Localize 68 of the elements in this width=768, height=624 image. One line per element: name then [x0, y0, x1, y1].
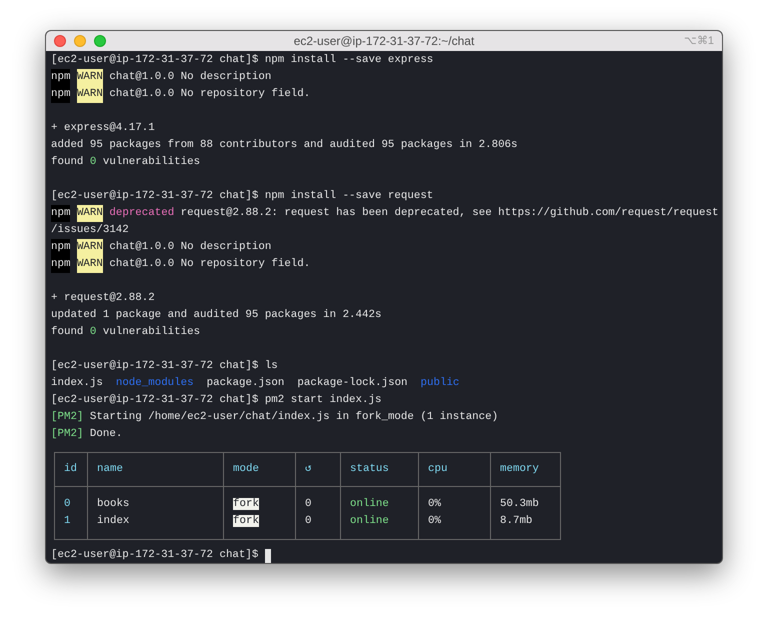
terminal-text: [ec2-user@ip-172-31-37-72 chat]$ npm install --save request: [51, 189, 434, 204]
terminal-text: [ec2-user@ip-172-31-37-72 chat]$: [51, 548, 258, 563]
table-cell: books: [97, 498, 130, 510]
warn-label: WARN: [76, 69, 103, 86]
table-cell: index: [97, 515, 130, 527]
terminal-text: [ec2-user@ip-172-31-37-72 chat]$ npm install --save express: [51, 53, 434, 68]
terminal-text: Done.: [90, 427, 122, 442]
terminal-text: chat@1.0.0 No repository field.: [109, 87, 310, 102]
warn-label: WARN: [76, 239, 103, 256]
deprecated-label: deprecated: [109, 206, 174, 222]
column-header: memory: [490, 452, 560, 486]
terminal-text: package-lock.json: [297, 376, 408, 392]
text-cursor: [264, 548, 272, 562]
npm-label: npm: [51, 69, 70, 86]
column-header: mode: [224, 452, 296, 486]
directory-name: node_modules: [116, 376, 194, 392]
warn-label: WARN: [76, 256, 103, 273]
close-icon[interactable]: [54, 35, 66, 47]
terminal-text: + request@2.88.2: [51, 291, 155, 306]
terminal-text: request@2.88.2: request has been deprecated, see https://github.com/request/request: [180, 206, 718, 222]
table-cell: 0%: [428, 498, 441, 510]
minimize-icon[interactable]: [74, 35, 86, 47]
terminal-text: updated 1 package and audited 95 packages in 2.442s: [51, 308, 382, 324]
column-header: ↺: [296, 452, 340, 486]
maximize-icon[interactable]: [94, 35, 106, 47]
table-cell: 0%: [428, 515, 441, 527]
mode-label: fork: [233, 498, 259, 510]
table-cell: 8.7mb: [500, 515, 532, 527]
highlighted-text: [PM2]: [51, 427, 84, 442]
terminal-text: chat@1.0.0 No description: [109, 240, 272, 256]
table-cell: 0: [64, 498, 70, 510]
highlighted-text: 0: [90, 155, 96, 170]
terminal-text: found: [51, 155, 84, 170]
mode-label: fork: [233, 515, 259, 527]
terminal-text: found: [51, 325, 84, 340]
column-header: cpu: [418, 452, 490, 486]
terminal-text: index.js: [51, 376, 103, 392]
warn-label: WARN: [76, 205, 103, 222]
column-header: id: [54, 452, 88, 486]
npm-label: npm: [51, 86, 70, 103]
terminal-text: /issues/3142: [51, 223, 129, 238]
terminal-text: [ec2-user@ip-172-31-37-72 chat]$ ls: [51, 359, 278, 374]
highlighted-text: 0: [90, 325, 96, 340]
column-header: status: [340, 452, 418, 486]
column-header: name: [88, 452, 224, 486]
terminal-text: vulnerabilities: [102, 155, 200, 170]
table-cell: 50.3mb: [500, 498, 539, 510]
table-cell: 0: [305, 515, 312, 527]
terminal-text: added 95 packages from 88 contributors and audited 95 packages in 2.806s: [51, 138, 518, 154]
terminal-text: chat@1.0.0 No description: [109, 70, 272, 86]
directory-name: public: [420, 376, 460, 392]
table-cell: 1: [64, 515, 70, 527]
npm-label: npm: [51, 256, 70, 273]
terminal-text: chat@1.0.0 No repository field.: [109, 257, 310, 272]
highlighted-text: [PM2]: [51, 410, 84, 426]
terminal-text: vulnerabilities: [102, 325, 200, 340]
table-cell: online: [350, 515, 389, 527]
npm-label: npm: [51, 205, 70, 222]
terminal-text: [ec2-user@ip-172-31-37-72 chat]$ pm2 start index.js: [51, 393, 382, 408]
table-cell: online: [350, 498, 389, 510]
terminal-text: Starting /home/ec2-user/chat/index.js in fork_mode (1 instance): [90, 410, 498, 426]
npm-label: npm: [51, 239, 70, 256]
table-cell: 0: [305, 498, 312, 510]
window-title: ec2-user@ip-172-31-37-72:~/chat: [294, 33, 474, 50]
terminal-text: package.json: [206, 376, 284, 392]
warn-label: WARN: [76, 86, 103, 103]
terminal-text: + express@4.17.1: [51, 121, 155, 136]
shortcut-label: ⌥⌘1: [684, 34, 714, 49]
